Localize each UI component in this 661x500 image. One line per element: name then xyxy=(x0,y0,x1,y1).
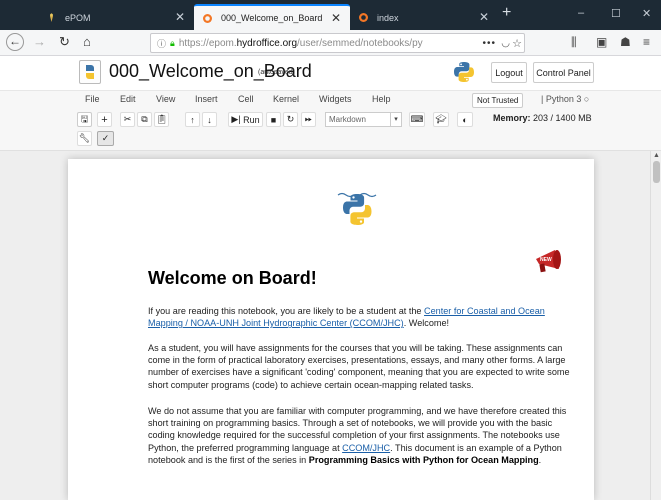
close-tab-icon[interactable]: ✕ xyxy=(479,10,489,24)
intro-text: If you are reading this notebook, you ar… xyxy=(148,306,425,316)
url-path: /user/semmed/notebooks/py xyxy=(297,37,423,49)
epom-favicon-icon xyxy=(46,12,57,23)
series-title: Programming Basics with Python for Ocean… xyxy=(308,454,539,465)
training-text-end: . xyxy=(538,454,542,465)
page-heading: Welcome on Board! xyxy=(148,268,317,288)
cut-icon[interactable]: ✂︎ xyxy=(120,112,135,127)
run-label: Run xyxy=(243,114,260,125)
notebook-toolbar: 🖫︎ + ✂︎ ⧉ 📋︎ ↑ ↓ ▶| Run ■ ↻ ⏩︎ Markdown … xyxy=(0,109,661,151)
url-host: hydroffice.org xyxy=(236,37,298,49)
navigation-bar: ← → ↻ ⌂ ⓘ 🔒︎ https://epom. hydroffice.or… xyxy=(0,30,661,56)
tab-welcome-on-board[interactable]: 000_Welcome_on_Board ✕ xyxy=(194,4,350,30)
chevron-down-icon: ▾ xyxy=(390,113,401,126)
training-paragraph: We do not assume that you are familiar w… xyxy=(148,405,576,466)
library-icon[interactable]: ⫼ xyxy=(571,35,577,50)
info-icon[interactable]: ⓘ xyxy=(157,37,166,50)
memory-value: 203 / 1400 MB xyxy=(533,113,592,123)
menu-edit[interactable]: Edit xyxy=(120,94,136,104)
notebook-page: NEW Welcome on Board! If you are reading… xyxy=(68,159,594,500)
megaphone-badge-icon: NEW xyxy=(536,250,561,273)
tab-label: 000_Welcome_on_Board xyxy=(221,13,323,23)
close-tab-icon[interactable]: ✕ xyxy=(331,11,341,25)
page-actions-icon[interactable]: ••• xyxy=(482,38,496,49)
trust-status-button[interactable]: Not Trusted xyxy=(472,93,524,108)
move-up-icon[interactable]: ↑ xyxy=(185,112,200,127)
menu-file[interactable]: File xyxy=(85,94,100,104)
notebook-menu-bar: File Edit View Insert Cell Kernel Widget… xyxy=(0,90,661,109)
svg-text:NEW: NEW xyxy=(540,257,552,263)
notebook-header: 000_Welcome_on_Board (autosaved) Logout … xyxy=(0,56,661,90)
notebook-logo-icon[interactable] xyxy=(79,60,101,84)
menu-insert[interactable]: Insert xyxy=(195,94,218,104)
tab-label: index xyxy=(377,12,399,23)
intro-text-end: . Welcome! xyxy=(403,318,450,329)
close-tab-icon[interactable]: ✕ xyxy=(175,10,185,24)
cell-type-value: Markdown xyxy=(329,115,366,124)
menu-icon[interactable]: ≡ xyxy=(643,35,650,49)
new-tab-button[interactable]: + xyxy=(502,4,511,22)
url-bar[interactable]: ⓘ 🔒︎ https://epom. hydroffice.org /user/… xyxy=(150,33,525,53)
browser-tab-bar: ePOM ✕ 000_Welcome_on_Board ✕ index ✕ + … xyxy=(0,0,661,30)
move-down-icon[interactable]: ↓ xyxy=(202,112,217,127)
restart-run-all-icon[interactable]: ⏩︎ xyxy=(301,112,316,127)
menu-help[interactable]: Help xyxy=(372,94,391,104)
extension-icon[interactable]: ☗ xyxy=(620,35,631,49)
forward-arrow-icon[interactable]: → xyxy=(33,34,46,49)
page-scrollbar[interactable]: ▲ xyxy=(650,151,661,500)
memory-usage: Memory: 203 / 1400 MB xyxy=(493,113,592,123)
menu-widgets[interactable]: Widgets xyxy=(319,94,352,104)
menu-cell[interactable]: Cell xyxy=(238,94,254,104)
scrollbar-thumb[interactable] xyxy=(653,161,660,183)
interrupt-icon[interactable]: ■ xyxy=(266,112,281,127)
toggle-icon[interactable]: ◐ xyxy=(457,112,473,127)
cell-type-select[interactable]: Markdown ▾ xyxy=(325,112,402,127)
bookmark-star-icon[interactable]: ☆ xyxy=(512,37,522,50)
assignments-paragraph: As a student, you will have assignments … xyxy=(148,343,570,390)
run-button[interactable]: ▶| Run xyxy=(228,112,263,127)
minimize-button[interactable]: – xyxy=(578,7,584,19)
checkmark-icon[interactable]: ✓ xyxy=(97,131,114,146)
python-banner-icon xyxy=(337,192,377,225)
python-logo-icon xyxy=(454,62,474,82)
autosave-status: (autosaved) xyxy=(258,69,295,76)
notebook-area: NEW Welcome on Board! If you are reading… xyxy=(0,151,661,500)
scroll-up-icon[interactable]: ▲ xyxy=(653,152,660,159)
pocket-icon[interactable]: ◡ xyxy=(501,38,510,49)
keyboard-icon[interactable]: ⌨︎ xyxy=(409,112,425,127)
logout-button[interactable]: Logout xyxy=(491,62,527,83)
lock-icon: 🔒︎ xyxy=(170,37,175,48)
save-icon[interactable]: 🖫︎ xyxy=(77,112,92,127)
tab-label: ePOM xyxy=(65,12,91,23)
tab-index[interactable]: index ✕ xyxy=(350,5,498,30)
graduation-cap-icon[interactable]: 🎓︎ xyxy=(433,112,449,127)
kernel-indicator: | Python 3 ○ xyxy=(541,94,590,104)
jupyter-favicon-icon xyxy=(358,12,369,23)
control-panel-button[interactable]: Control Panel xyxy=(533,62,594,83)
tab-epom[interactable]: ePOM ✕ xyxy=(38,5,194,30)
sidebar-icon[interactable]: ▣ xyxy=(596,35,607,49)
add-cell-icon[interactable]: + xyxy=(97,112,112,127)
reload-icon[interactable]: ↻ xyxy=(59,34,70,50)
run-icon: ▶| xyxy=(231,114,241,124)
kernel-idle-icon: ○ xyxy=(583,94,590,104)
back-arrow-icon[interactable]: ← xyxy=(6,33,24,51)
wrench-icon[interactable]: 🔧︎ xyxy=(77,131,92,146)
ccom-jhc-short-link[interactable]: CCOM/JHC xyxy=(342,443,390,453)
close-window-button[interactable]: ✕ xyxy=(642,7,651,20)
menu-view[interactable]: View xyxy=(156,94,175,104)
memory-label: Memory: xyxy=(493,113,531,123)
copy-icon[interactable]: ⧉ xyxy=(137,112,152,127)
intro-paragraph: If you are reading this notebook, you ar… xyxy=(148,305,576,329)
menu-kernel[interactable]: Kernel xyxy=(273,94,299,104)
kernel-name: Python 3 xyxy=(545,94,582,104)
restart-icon[interactable]: ↻ xyxy=(283,112,298,127)
url-scheme: https://epom. xyxy=(178,37,237,49)
home-icon[interactable]: ⌂ xyxy=(83,34,91,49)
jupyter-favicon-icon xyxy=(202,13,213,24)
paste-icon[interactable]: 📋︎ xyxy=(154,112,169,127)
maximize-button[interactable]: ☐ xyxy=(611,7,621,20)
